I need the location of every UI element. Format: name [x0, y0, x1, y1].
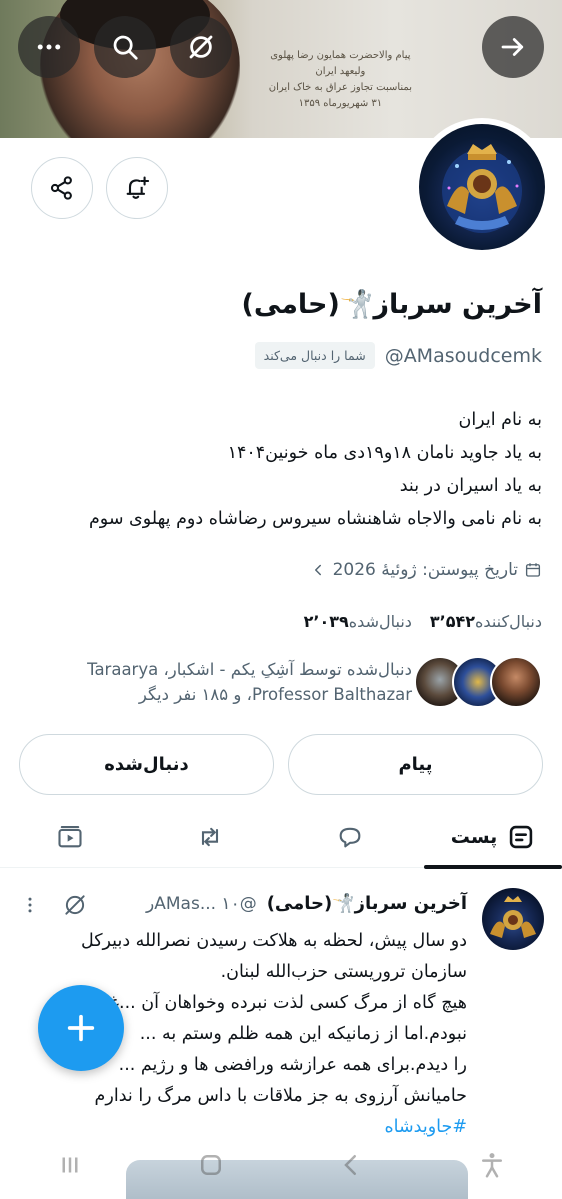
following-label: دنبال‌شده — [348, 612, 412, 631]
followed-by-line: Professor Balthazar، و ۱۸۵ نفر دیگر — [138, 685, 412, 704]
banner-letter-line: ولیعهد ایران — [315, 66, 366, 77]
post-line: دو سال پیش، لحظه به هلاکت رسیدن نصرالله … — [80, 931, 467, 951]
home-icon[interactable] — [196, 1150, 226, 1180]
following-count: ۲٬۰۳۹ — [303, 612, 349, 631]
more-icon — [37, 44, 61, 50]
joined-text: تاریخ پیوستن: ژوئیهٔ 2026 — [332, 560, 518, 580]
grok-button[interactable] — [170, 16, 232, 78]
post-author-avatar[interactable] — [482, 888, 544, 950]
back-button[interactable] — [482, 16, 544, 78]
imperial-emblem-icon — [442, 144, 522, 233]
profile-bio: به نام ایران به یاد جاوید نامان ۱۸و۱۹دی … — [89, 404, 542, 536]
tab-active-indicator — [424, 865, 562, 869]
message-button[interactable]: پیام — [288, 734, 543, 795]
bio-line: به نام ایران — [458, 410, 542, 430]
reply-icon — [339, 827, 361, 848]
followers-stat[interactable]: ۳٬۵۴۲دنبال‌کننده — [424, 612, 542, 631]
follows-you-badge: شما را دنبال می‌کند — [254, 342, 375, 369]
posts-icon — [510, 825, 533, 849]
grok-icon — [189, 35, 213, 59]
profile-name: آخرین سرباز🤺(حامی) — [241, 289, 542, 320]
post-handle-time[interactable]: @AMas... ۱۰ر — [146, 894, 257, 914]
follower-avatar — [490, 656, 542, 708]
followed-by-avatars — [414, 656, 542, 708]
search-button[interactable] — [94, 16, 156, 78]
bio-line: به یاد اسیران در بند — [399, 476, 542, 496]
share-icon — [50, 176, 72, 200]
tab-posts-label: پست — [450, 826, 498, 848]
video-icon — [58, 826, 82, 848]
avatar-image — [419, 124, 545, 250]
post-author-name[interactable]: آخرین سرباز🤺(حامی) — [267, 893, 467, 914]
post-line: حامیانش آرزوی به جز ملاقات با داس مرگ را… — [94, 1086, 467, 1106]
back-icon[interactable] — [336, 1150, 366, 1180]
compose-button[interactable] — [38, 985, 124, 1071]
following-stat[interactable]: ۲٬۰۳۹دنبال‌شده — [298, 612, 412, 631]
calendar-icon — [525, 563, 541, 577]
tab-media[interactable] — [20, 806, 120, 868]
follow-stats: ۳٬۵۴۲دنبال‌کننده ۲٬۰۳۹دنبال‌شده — [298, 612, 542, 631]
post-more-icon[interactable] — [20, 892, 40, 918]
tab-replies[interactable] — [300, 806, 400, 868]
banner-letter-line: بمناسبت تجاوز عراق به خاک ایران — [268, 82, 412, 93]
bell-plus-icon — [126, 176, 150, 199]
post-header: آخرین سرباز🤺(حامی) @AMas... ۱۰ر — [146, 893, 467, 914]
followed-by[interactable]: دنبال‌شده توسط آشِکِ یکم - اشکبار، Taraa… — [87, 656, 542, 708]
imperial-emblem-icon — [490, 896, 536, 938]
more-button[interactable] — [18, 16, 80, 78]
banner-letter-text: پیام والاحضرت همایون رضا پهلوی ولیعهد ای… — [269, 48, 412, 112]
tab-reposts[interactable] — [160, 806, 260, 868]
followed-by-line: دنبال‌شده توسط آشِکِ یکم - اشکبار، Taraa… — [87, 660, 412, 679]
arrow-right-icon — [501, 38, 524, 56]
profile-handle: @AMasoudcemk — [384, 344, 542, 367]
repost-icon — [201, 827, 219, 847]
chevron-left-icon — [314, 564, 321, 576]
notify-button[interactable] — [106, 157, 168, 219]
banner-letter-line: پیام والاحضرت همایون رضا پهلوی — [270, 50, 411, 61]
followed-by-text: دنبال‌شده توسط آشِکِ یکم - اشکبار، Taraa… — [87, 657, 412, 707]
followers-count: ۳٬۵۴۲ — [429, 612, 476, 631]
share-button[interactable] — [31, 157, 93, 219]
post-actions — [20, 892, 88, 918]
bio-line: به نام نامی والاجاه شاهنشاه سیروس رضاشاه… — [88, 509, 542, 529]
accessibility-icon[interactable] — [477, 1150, 507, 1180]
profile-avatar[interactable] — [413, 118, 551, 256]
post-line: سازمان تروریستی حزب‌الله لبنان. — [220, 962, 467, 982]
banner-letter-line: ۳۱ شهریورماه ۱۳۵۹ — [298, 98, 383, 109]
grok-icon[interactable] — [62, 892, 88, 918]
plus-icon — [67, 1014, 95, 1042]
recent-apps-icon[interactable] — [55, 1150, 85, 1180]
handle-row: @AMasoudcemk شما را دنبال می‌کند — [254, 342, 542, 369]
profile-tabs: پست — [0, 806, 562, 869]
tab-posts[interactable]: پست — [424, 806, 562, 869]
bio-line: به یاد جاوید نامان ۱۸و۱۹دی ماه خونین۱۴۰۴ — [227, 443, 542, 463]
system-nav-bar — [0, 1130, 562, 1199]
search-icon — [113, 35, 138, 60]
joined-date[interactable]: تاریخ پیوستن: ژوئیهٔ 2026 — [309, 560, 542, 580]
following-button[interactable]: دنبال‌شده — [19, 734, 274, 795]
followers-label: دنبال‌کننده — [475, 612, 542, 631]
